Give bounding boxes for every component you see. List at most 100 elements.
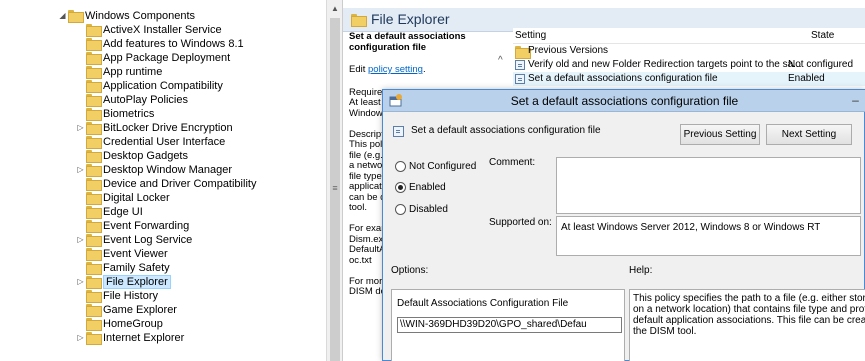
policy-tree: ◢ Windows Components ActiveX Installer Ser… [0,0,342,361]
setting-row[interactable]: Set a default associations configuration… [513,72,865,86]
collapse-caret-icon[interactable]: ^ [498,55,503,66]
tree-item[interactable]: ▷ Internet Explorer [0,331,326,345]
tree-item-label: Desktop Window Manager [103,164,233,176]
minimize-icon[interactable]: – [845,90,865,112]
folder-icon [86,164,102,177]
tree-item[interactable]: AutoPlay Policies [0,93,326,107]
folder-icon [86,262,102,275]
comment-textarea[interactable] [556,157,861,214]
tree-item[interactable]: Edge UI [0,205,326,219]
tree-item[interactable]: ◢ Windows Components [0,9,326,23]
folder-icon [515,46,531,59]
tree-item[interactable]: Family Safety [0,261,326,275]
gpo-editor-window: ◢ Windows Components ActiveX Installer Ser… [0,0,865,361]
tree-item-label: Edge UI [103,206,143,218]
tree-item[interactable]: Game Explorer [0,303,326,317]
folder-icon [86,122,102,135]
supported-on-box: At least Windows Server 2012, Windows 8 … [556,216,861,256]
expand-arrow-icon[interactable]: ▷ [76,331,85,345]
expand-arrow-icon[interactable]: ▷ [76,275,85,289]
folder-icon [86,94,102,107]
help-line: the DISM tool. [633,326,697,337]
policy-setting-link[interactable]: policy setting [368,64,423,75]
previous-setting-button[interactable]: Previous Setting [680,124,760,145]
tree-item[interactable]: ▷ File Explorer [0,275,326,289]
help-line: on a network location) that contains fil… [633,304,865,315]
help-panel: This policy specifies the path to a file… [629,289,865,361]
tree-item-label: Event Viewer [103,248,168,260]
tree-item-label: Biometrics [103,108,155,120]
tree-item-label: Game Explorer [103,304,177,316]
tree-item[interactable]: ▷ Desktop Window Manager [0,163,326,177]
setting-name: Previous Versions [528,45,609,56]
column-state[interactable]: State [811,30,834,41]
folder-icon [86,304,102,317]
folder-icon [351,14,367,27]
help-line: This policy specifies the path to a file… [633,293,865,304]
folder-icon [86,234,102,247]
expand-arrow-icon[interactable]: ▷ [76,163,85,177]
radio-enabled-label: Enabled [409,182,446,193]
tree-item[interactable]: Digital Locker [0,191,326,205]
settings-list-header[interactable]: Setting State [513,28,865,44]
folder-icon [86,136,102,149]
tree-item[interactable]: Event Forwarding [0,219,326,233]
tree-item-label: Device and Driver Compatibility [103,178,257,190]
tree-item[interactable]: Biometrics [0,107,326,121]
folder-icon [86,80,102,93]
tree-item[interactable]: Desktop Gadgets [0,149,326,163]
tree-scrollbar[interactable]: ▲ ≡ [326,0,342,361]
tree-item-label: Credential User Interface [103,136,226,148]
help-text: This policy specifies the path to a file… [633,293,865,337]
policy-icon [393,126,404,137]
setting-row[interactable]: Previous Versions [513,44,865,59]
scroll-grip-icon: ≡ [332,183,338,193]
expand-arrow-icon[interactable]: ◢ [58,9,67,23]
folder-icon [86,290,102,303]
setting-state: Not configured [788,59,854,70]
default-associations-path-input[interactable]: \\WIN-369DHD39D20\GPO_shared\Defau [397,317,622,333]
radio-disabled-label: Disabled [409,204,448,215]
setting-state: Enabled [788,73,825,84]
dialog-titlebar[interactable]: Set a default associations configuration… [383,90,865,112]
tree-item[interactable]: Credential User Interface [0,135,326,149]
options-panel: Default Associations Configuration File … [391,289,625,361]
radio-not-configured-dot[interactable] [395,161,406,172]
tree-item[interactable]: File History [0,289,326,303]
tree-item-label: Application Compatibility [103,80,223,92]
tree-item-label: Digital Locker [103,192,170,204]
tree-item[interactable]: App Package Deployment [0,51,326,65]
next-setting-button[interactable]: Next Setting [766,124,852,145]
radio-enabled-dot[interactable] [395,182,406,193]
edit-suffix: . [422,64,426,75]
column-setting[interactable]: Setting [515,30,546,41]
help-label: Help: [629,265,653,276]
tree-item[interactable]: App runtime [0,65,326,79]
tree-item[interactable]: Device and Driver Compatibility [0,177,326,191]
tree-item-label: Internet Explorer [103,332,185,344]
policy-icon [515,60,525,70]
tree-item[interactable]: Event Viewer [0,247,326,261]
folder-icon [86,52,102,65]
tree-item[interactable]: Application Compatibility [0,79,326,93]
options-label: Options: [391,265,429,276]
expand-arrow-icon[interactable]: ▷ [76,233,85,247]
setting-name: Set a default associations configuration… [528,73,718,84]
expand-arrow-icon[interactable]: ▷ [76,121,85,135]
tree-item[interactable]: HomeGroup [0,317,326,331]
setting-row[interactable]: Verify old and new Folder Redirection ta… [513,58,865,72]
tree-item[interactable]: ▷ BitLocker Drive Encryption [0,121,326,135]
folder-icon [86,150,102,163]
tree-item-label: Desktop Gadgets [103,150,188,162]
radio-disabled-dot[interactable] [395,204,406,215]
comment-label: Comment: [489,157,536,168]
tree-item[interactable]: ActiveX Installer Service [0,23,326,37]
folder-icon [86,108,102,121]
edit-prefix: Edit [349,64,369,75]
dialog-heading-text: Set a default associations configuration… [411,125,601,136]
tree-item-label: AutoPlay Policies [103,94,188,106]
tree-item[interactable]: Add features to Windows 8.1 [0,37,326,51]
tree-item[interactable]: ▷ Event Log Service [0,233,326,247]
scroll-up-icon[interactable]: ▲ [327,0,343,17]
tree-item-label: Windows Components [85,10,196,22]
